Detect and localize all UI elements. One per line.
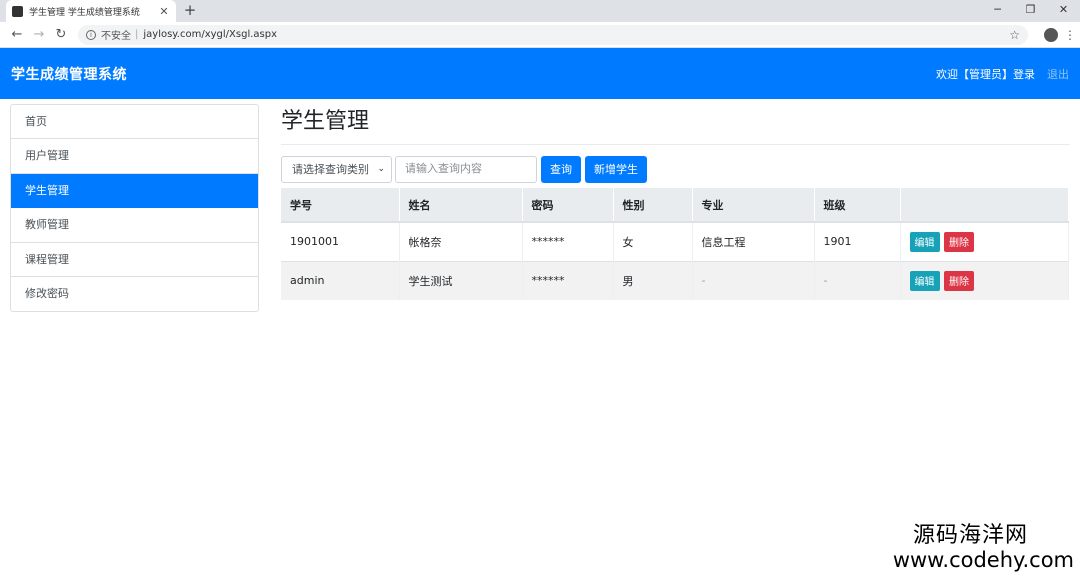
tab-close-icon[interactable]: ✕ — [158, 5, 170, 18]
cell-name: 帐格奈 — [399, 221, 523, 261]
url-field[interactable]: i 不安全 | jaylosy.com/xygl/Xsgl.aspx ☆ — [78, 24, 1028, 45]
delete-button[interactable]: 删除 — [944, 231, 974, 252]
profile-avatar-icon[interactable] — [1044, 27, 1058, 42]
col-header-name: 姓名 — [399, 188, 523, 223]
watermark: 源码海洋网 www.codehy.com — [892, 523, 1074, 573]
browser-tab-bar: 学生管理 学生成绩管理系统 ✕ + ─ ❐ ✕ — [0, 0, 1080, 22]
url-text: jaylosy.com/xygl/Xsgl.aspx — [143, 29, 278, 40]
cell-major: - — [692, 260, 815, 300]
welcome-text: 欢迎【管理员】登录 — [936, 67, 1035, 81]
forward-arrow-icon[interactable]: → — [28, 27, 50, 42]
minimize-icon[interactable]: ─ — [981, 0, 1014, 22]
cell-id: admin — [281, 260, 400, 300]
sidebar-item-users[interactable]: 用户管理 — [11, 139, 258, 174]
sidebar-item-teachers[interactable]: 教师管理 — [11, 208, 258, 243]
cell-password: ****** — [522, 221, 614, 261]
cell-name: 学生测试 — [399, 260, 523, 300]
cell-class: 1901 — [814, 221, 901, 261]
window-controls: ─ ❐ ✕ — [981, 0, 1080, 22]
table-header-row: 学号 姓名 密码 性别 专业 班级 — [281, 188, 1069, 223]
chevron-down-icon: ⌄ — [377, 164, 385, 174]
sidebar-item-students[interactable]: 学生管理 — [11, 173, 258, 209]
col-header-major: 专业 — [692, 188, 815, 223]
menu-kebab-icon[interactable]: ⋮ — [1064, 28, 1076, 42]
cell-gender: 男 — [613, 260, 693, 300]
query-category-select[interactable]: 请选择查询类别 ⌄ — [281, 155, 392, 183]
app-brand[interactable]: 学生成绩管理系统 — [11, 64, 127, 84]
divider — [281, 144, 1070, 145]
students-table: 学号 姓名 密码 性别 专业 班级 1901001 帐格奈 ****** 女 信… — [281, 188, 1069, 300]
back-arrow-icon[interactable]: ← — [6, 27, 28, 42]
address-bar: ← → ↻ i 不安全 | jaylosy.com/xygl/Xsgl.aspx… — [0, 22, 1080, 48]
col-header-actions — [900, 188, 1069, 223]
col-header-class: 班级 — [814, 188, 901, 223]
edit-button[interactable]: 编辑 — [909, 270, 940, 291]
add-student-button[interactable]: 新增学生 — [585, 155, 647, 183]
bookmark-star-icon[interactable]: ☆ — [1009, 28, 1020, 42]
cell-actions: 编辑 删除 — [900, 221, 1069, 261]
col-header-password: 密码 — [522, 188, 614, 223]
new-tab-icon[interactable]: + — [182, 1, 198, 19]
sidebar-item-courses[interactable]: 课程管理 — [11, 243, 258, 277]
content-area: 学生管理 请选择查询类别 ⌄ 查询 新增学生 学号 姓名 密码 性别 专业 班级 — [281, 104, 1070, 312]
watermark-cn: 源码海洋网 — [912, 523, 1028, 548]
page-title: 学生管理 — [281, 109, 370, 134]
close-window-icon[interactable]: ✕ — [1047, 0, 1080, 22]
search-input[interactable] — [395, 155, 537, 183]
watermark-url: www.codehy.com — [892, 548, 1074, 572]
delete-button[interactable]: 删除 — [944, 270, 974, 291]
sidebar-item-home[interactable]: 首页 — [11, 105, 258, 140]
security-separator: | — [135, 29, 139, 40]
table-row: admin 学生测试 ****** 男 - - 编辑 删除 — [281, 260, 1069, 300]
col-header-id: 学号 — [281, 188, 400, 223]
restore-icon[interactable]: ❐ — [1014, 0, 1047, 22]
navbar-user-area: 欢迎【管理员】登录 退出 — [936, 66, 1069, 82]
sidebar-item-change-password[interactable]: 修改密码 — [11, 277, 258, 311]
cell-password: ****** — [522, 260, 614, 300]
cell-gender: 女 — [613, 221, 693, 261]
col-header-gender: 性别 — [613, 188, 693, 223]
tab-title: 学生管理 学生成绩管理系统 — [29, 7, 140, 18]
browser-tab[interactable]: 学生管理 学生成绩管理系统 ✕ — [6, 0, 176, 22]
sidebar: 首页 用户管理 学生管理 教师管理 课程管理 修改密码 — [10, 104, 259, 313]
info-icon[interactable]: i — [86, 29, 96, 40]
reload-icon[interactable]: ↻ — [50, 27, 72, 42]
table-row: 1901001 帐格奈 ****** 女 信息工程 1901 编辑 删除 — [281, 221, 1069, 261]
cell-actions: 编辑 删除 — [900, 260, 1069, 300]
cell-class: - — [814, 260, 901, 300]
logout-link[interactable]: 退出 — [1047, 66, 1069, 82]
security-label: 不安全 — [101, 31, 131, 42]
app-navbar: 学生成绩管理系统 欢迎【管理员】登录 退出 — [0, 48, 1080, 99]
edit-button[interactable]: 编辑 — [909, 231, 940, 252]
query-button[interactable]: 查询 — [541, 155, 581, 183]
main-layout: 首页 用户管理 学生管理 教师管理 课程管理 修改密码 学生管理 请选择查询类别… — [0, 99, 1080, 313]
favicon-icon — [12, 5, 23, 17]
search-bar: 请选择查询类别 ⌄ 查询 新增学生 — [281, 155, 1070, 183]
cell-id: 1901001 — [281, 221, 400, 261]
select-value: 请选择查询类别 — [292, 163, 369, 176]
cell-major: 信息工程 — [692, 221, 815, 261]
